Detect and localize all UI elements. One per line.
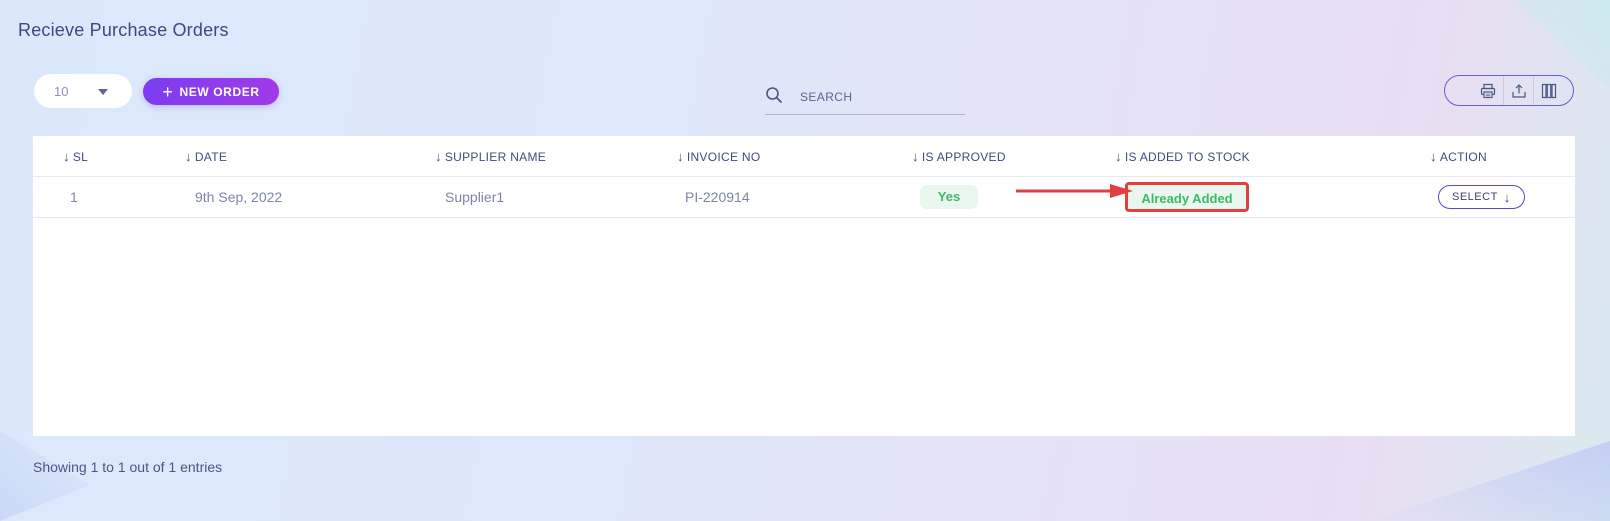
column-header-is-approved[interactable]: ↓ IS APPROVED — [912, 136, 1115, 177]
column-header-is-added-to-stock[interactable]: ↓ IS ADDED TO STOCK — [1115, 136, 1430, 177]
annotation-arrow-icon — [1016, 184, 1133, 198]
column-header-invoice-no[interactable]: ↓ INVOICE NO — [677, 136, 912, 177]
new-order-label: NEW ORDER — [179, 84, 260, 99]
search-input[interactable] — [798, 86, 962, 108]
search-icon — [766, 87, 782, 103]
table-row: 1 9th Sep, 2022 Supplier1 PI-220914 Yes … — [33, 176, 1575, 218]
new-order-button[interactable]: + NEW ORDER — [143, 78, 279, 105]
cell-stock: Already Added — [1115, 176, 1430, 218]
export-button[interactable] — [1503, 76, 1533, 105]
background-decoration — [1370, 441, 1610, 521]
print-icon — [1480, 83, 1496, 98]
sort-arrow-icon: ↓ — [63, 148, 70, 164]
table-tools — [1444, 75, 1574, 106]
entries-summary: Showing 1 to 1 out of 1 entries — [33, 459, 223, 475]
column-header-supplier-name[interactable]: ↓ SUPPLIER NAME — [435, 136, 677, 177]
sort-arrow-icon: ↓ — [185, 148, 192, 164]
select-button[interactable]: SELECT ↓ — [1438, 185, 1525, 209]
background-decoration — [0, 431, 90, 521]
stock-status-badge: Already Added — [1125, 182, 1249, 212]
cell-supplier: Supplier1 — [435, 176, 677, 218]
sort-arrow-icon: ↓ — [1115, 148, 1122, 164]
orders-table-card: ↓ SL ↓ DATE ↓ SUPPLIER NAME ↓ INVOICE NO ↓ IS… — [33, 136, 1575, 436]
plus-icon: + — [162, 81, 174, 102]
column-header-sl[interactable]: ↓ SL — [63, 136, 185, 177]
arrow-down-icon: ↓ — [1503, 189, 1511, 205]
cell-date: 9th Sep, 2022 — [185, 176, 435, 218]
sort-arrow-icon: ↓ — [677, 148, 684, 164]
sort-arrow-icon: ↓ — [912, 148, 919, 164]
table-header-row: ↓ SL ↓ DATE ↓ SUPPLIER NAME ↓ INVOICE NO ↓ IS… — [33, 136, 1575, 177]
export-icon — [1511, 83, 1526, 98]
page-size-select[interactable]: 10 — [34, 74, 132, 108]
page-size-value: 10 — [54, 83, 69, 99]
orders-table: ↓ SL ↓ DATE ↓ SUPPLIER NAME ↓ INVOICE NO ↓ IS… — [33, 136, 1575, 218]
column-header-action[interactable]: ↓ ACTION — [1430, 136, 1575, 177]
cell-sl: 1 — [63, 176, 185, 218]
print-button[interactable] — [1473, 76, 1503, 105]
cell-invoice: PI-220914 — [677, 176, 912, 218]
column-header-date[interactable]: ↓ DATE — [185, 136, 435, 177]
sort-arrow-icon: ↓ — [1430, 148, 1437, 164]
cell-action: SELECT ↓ — [1430, 176, 1575, 218]
columns-button[interactable] — [1533, 76, 1563, 105]
page-title: Recieve Purchase Orders — [18, 20, 229, 40]
caret-down-icon — [98, 89, 108, 95]
approved-badge: Yes — [920, 185, 978, 209]
sort-arrow-icon: ↓ — [435, 148, 442, 164]
columns-icon — [1541, 83, 1556, 98]
search-box — [765, 80, 965, 115]
